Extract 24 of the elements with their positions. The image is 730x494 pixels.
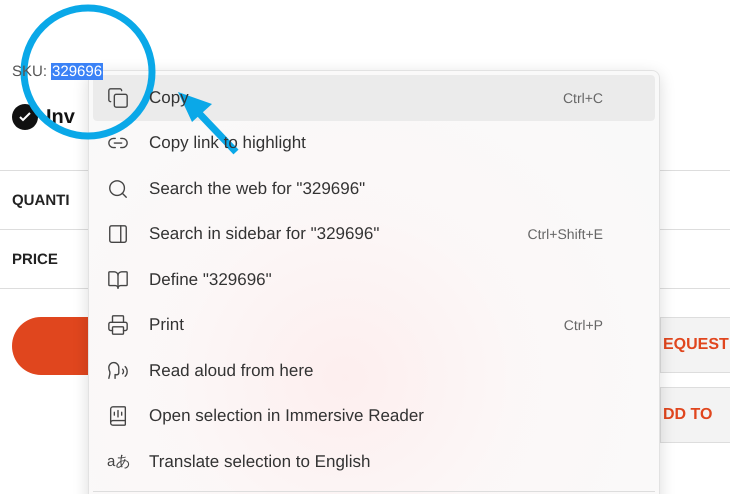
speech-icon <box>107 360 129 382</box>
menu-item[interactable]: Search in sidebar for "329696" Ctrl+Shift+E <box>93 212 655 257</box>
shortcut-label: Ctrl+P <box>564 317 603 334</box>
field-label: PRICE <box>12 250 58 268</box>
menu-item[interactable]: Print Ctrl+P <box>93 302 655 348</box>
translate-icon: aあ <box>107 452 130 472</box>
book-icon <box>107 268 129 291</box>
menu-item[interactable]: Open selection in Immersive Reader <box>93 394 655 439</box>
search-icon <box>107 178 129 200</box>
field-label: QUANTI <box>12 192 70 208</box>
menu-item[interactable]: Read aloud from here <box>93 348 655 394</box>
outline-button[interactable]: EQUEST <box>660 317 730 373</box>
menu-item[interactable]: Search the web for "329696" <box>93 166 655 212</box>
sku-value: 329696 <box>51 62 104 80</box>
book-audio-icon <box>107 405 129 428</box>
shortcut-label: Ctrl+Shift+E <box>528 226 603 242</box>
check-icon <box>12 104 38 130</box>
sidebar-icon <box>107 223 129 246</box>
shortcut-label: Ctrl+C <box>562 90 603 106</box>
outline-button[interactable]: DD TO <box>660 387 730 443</box>
printer-icon <box>107 314 129 336</box>
menu-item[interactable]: aあ Translate selection to English <box>93 439 655 484</box>
menu-item[interactable]: Define "329696" <box>93 257 655 302</box>
copy-icon <box>107 86 129 109</box>
